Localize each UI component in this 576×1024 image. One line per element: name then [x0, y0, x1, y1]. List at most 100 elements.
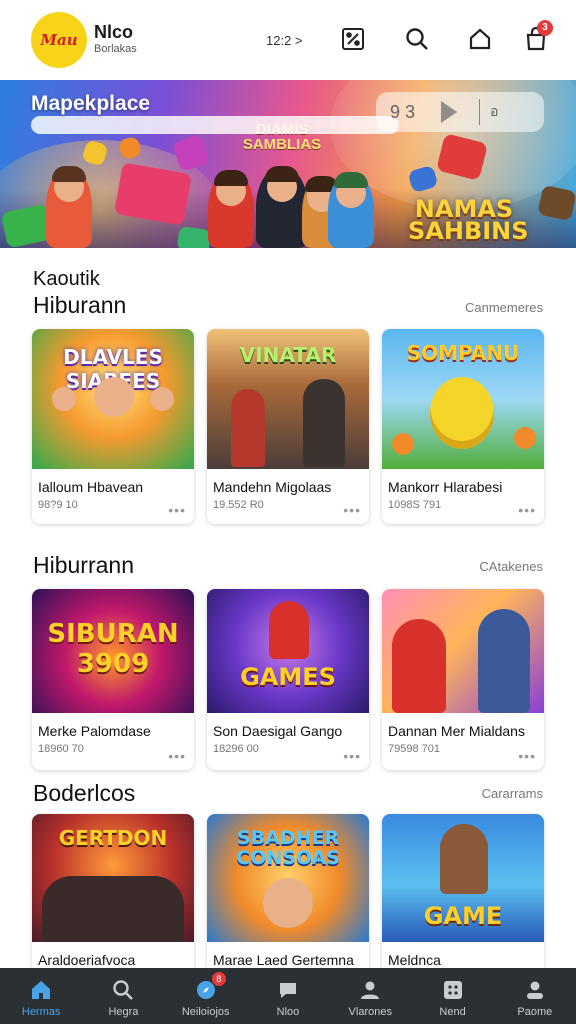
- character-figure: [440, 824, 488, 894]
- card-title: Mandehn Migolaas: [213, 479, 332, 495]
- character-figure: [208, 170, 254, 248]
- nav-label: Nend: [439, 1006, 466, 1018]
- game-thumbnail: VINATAR: [207, 329, 369, 469]
- banner-logo-text: NAMAS SAHBINS: [408, 195, 529, 245]
- character-face: [263, 878, 313, 928]
- card-title: Marae Laed Gertemna: [213, 952, 354, 968]
- thumbnail-art-text: SIBURAN 3909: [47, 619, 179, 679]
- more-options-icon[interactable]: •••: [168, 748, 186, 764]
- nav-label: Hegra: [108, 1006, 139, 1018]
- game-thumbnail: GAMES: [207, 589, 369, 713]
- card-title: Merke Palomdase: [38, 723, 151, 739]
- grid-icon: [443, 981, 462, 999]
- play-icon[interactable]: [441, 101, 458, 123]
- nav-item-search[interactable]: Hegra: [82, 968, 164, 1024]
- game-card[interactable]: SIBURAN 3909 Merke Palomdase 18960 70 ••…: [32, 589, 194, 770]
- character-figure: [303, 379, 345, 467]
- thumbnail-art-text: GAMES: [240, 663, 336, 691]
- cart-count-badge: 3: [537, 20, 553, 36]
- banner-page-indicator: 9 3: [390, 101, 416, 122]
- thumbnail-art-text: GAME: [423, 902, 503, 930]
- search-icon[interactable]: [402, 24, 432, 54]
- game-card[interactable]: DLAVLES SIABEES Ialloum Hbavean 98?9 10 …: [32, 329, 194, 524]
- nav-item-profile[interactable]: Paome: [494, 968, 576, 1024]
- card-title: Meldnca: [388, 952, 441, 968]
- section-title: Hiburrann: [33, 552, 134, 578]
- section-more-link[interactable]: Cararrams: [482, 786, 543, 801]
- brand-name: Nlco: [94, 22, 134, 42]
- brand-block: Nlco Borlakas: [94, 22, 137, 56]
- nav-item-chat[interactable]: Nloo: [247, 968, 329, 1024]
- fruit-prop: [392, 433, 414, 455]
- nav-label: Paome: [517, 1006, 553, 1018]
- character-face: [52, 387, 76, 411]
- section-title: Boderlcos: [33, 780, 136, 806]
- nav-label: Neiloiojos: [181, 1006, 230, 1018]
- game-card[interactable]: GAMES Son Daesigal Gango 18296 00 •••: [207, 589, 369, 770]
- divider: [479, 99, 481, 125]
- section-title: Hiburann: [33, 292, 127, 318]
- more-options-icon[interactable]: •••: [343, 748, 361, 764]
- thumbnail-art-text: GERTDON: [58, 826, 168, 850]
- profile-icon: [526, 981, 543, 999]
- search-icon: [113, 980, 134, 1000]
- game-card[interactable]: VINATAR Mandehn Migolaas 19.552 R0 •••: [207, 329, 369, 524]
- game-thumbnail: GERTDON: [32, 814, 194, 942]
- banner-search-bar[interactable]: [31, 116, 399, 134]
- character-figure: [231, 389, 265, 467]
- bottom-navigation: Hermas Hegra 8 Neiloiojos Nloo Vlarones …: [0, 968, 576, 1024]
- game-thumbnail: SOMPANU: [382, 329, 544, 469]
- game-card[interactable]: Dannan Mer Mialdans 79598 701 •••: [382, 589, 544, 770]
- character-face: [150, 387, 174, 411]
- banner-controls: 9 3 อ: [376, 92, 544, 132]
- game-card[interactable]: SBADHER CONSOAS Marae Laed Gertemna: [207, 814, 369, 974]
- thumbnail-art-text: VINATAR: [239, 343, 337, 367]
- character-figure: [478, 609, 530, 713]
- brand-logo[interactable]: Mau: [31, 12, 87, 68]
- section-more-link[interactable]: Canmemeres: [465, 300, 543, 315]
- person-icon: [361, 981, 380, 999]
- card-title: Araldoeriafvoca: [38, 952, 136, 968]
- more-options-icon[interactable]: •••: [168, 502, 186, 518]
- nav-item-explore[interactable]: 8 Neiloiojos: [165, 968, 247, 1024]
- game-card[interactable]: GAME Meldnca: [382, 814, 544, 974]
- nav-badge: 8: [211, 972, 226, 986]
- banner-title: Mapekplace: [31, 92, 151, 115]
- gamepad-toy: [176, 225, 212, 248]
- nav-label: Vlarones: [348, 1006, 392, 1018]
- hero-banner[interactable]: DIAMIS SAMBLIAS NAMAS SAHBINS Mapekplace…: [0, 80, 576, 248]
- nav-label: Nloo: [276, 1006, 300, 1018]
- logo-text: Mau: [40, 31, 78, 49]
- character-figure: [392, 619, 446, 713]
- nav-item-home[interactable]: Hermas: [0, 968, 82, 1024]
- character-figure: [269, 601, 309, 659]
- section-kicker: Kaoutik: [33, 268, 100, 290]
- cart-icon[interactable]: 3: [521, 20, 553, 54]
- discount-icon[interactable]: [338, 24, 368, 54]
- card-title: Mankorr Hlarabesi: [388, 479, 503, 495]
- game-thumbnail: SBADHER CONSOAS: [207, 814, 369, 942]
- nav-item-people[interactable]: Vlarones: [329, 968, 411, 1024]
- home-icon: [32, 981, 51, 999]
- nav-label: Hermas: [21, 1006, 61, 1018]
- character-group: [42, 876, 184, 942]
- game-card[interactable]: SOMPANU Mankorr Hlarabesi 1098S 791 •••: [382, 329, 544, 524]
- section-more-link[interactable]: CAtakenes: [479, 559, 543, 574]
- game-thumbnail: GAME: [382, 814, 544, 942]
- more-options-icon[interactable]: •••: [343, 502, 361, 518]
- home-outline-icon[interactable]: [465, 24, 495, 54]
- game-thumbnail: SIBURAN 3909: [32, 589, 194, 713]
- fruit-prop: [514, 427, 536, 449]
- character-figure: [328, 172, 374, 248]
- more-options-icon[interactable]: •••: [518, 502, 536, 518]
- header-meta-link[interactable]: 12:2 >: [266, 33, 303, 48]
- game-card[interactable]: GERTDON Araldoeriafvoca: [32, 814, 194, 974]
- card-title: Ialloum Hbavean: [38, 479, 144, 495]
- thumbnail-art-text: SOMPANU: [406, 341, 520, 365]
- card-title: Dannan Mer Mialdans: [388, 723, 525, 739]
- app-header: Mau Nlco Borlakas 12:2 > 3: [0, 0, 576, 80]
- nav-item-menu[interactable]: Nend: [411, 968, 493, 1024]
- more-options-icon[interactable]: •••: [518, 748, 536, 764]
- character-face: [94, 377, 134, 417]
- banner-mini-label[interactable]: อ: [490, 101, 498, 123]
